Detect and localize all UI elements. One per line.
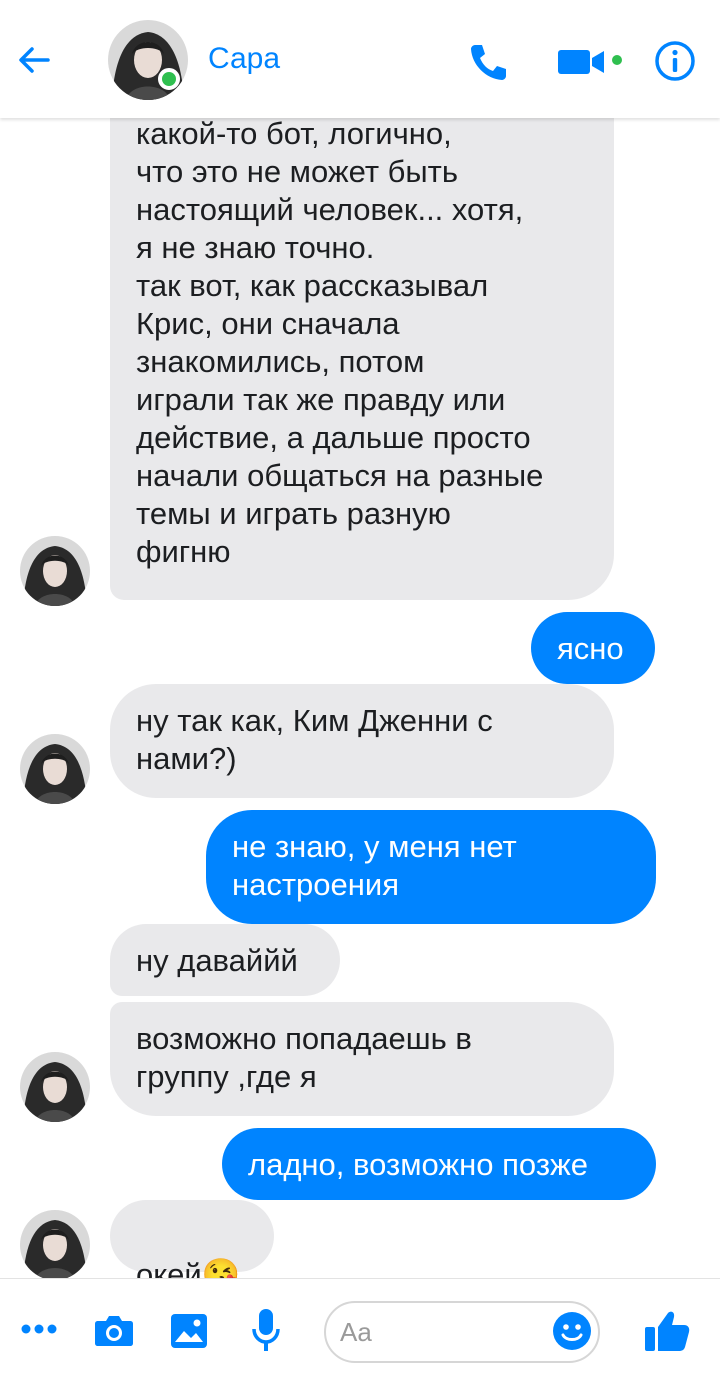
outgoing-message[interactable]: не знаю, у меня нет настроения <box>206 810 656 924</box>
message-list[interactable]: какой-то бот, логично, что это не может … <box>0 118 720 1278</box>
incoming-message[interactable]: ну так как, Ким Дженни с нами?) <box>110 684 614 798</box>
image-icon[interactable] <box>170 1313 208 1349</box>
outgoing-message[interactable]: ясно <box>531 612 655 684</box>
emoji-icon[interactable] <box>552 1311 592 1351</box>
message-composer: Aa <box>0 1278 720 1393</box>
outgoing-message[interactable]: ладно, возможно позже <box>222 1128 656 1200</box>
contact-avatar-small[interactable] <box>20 536 90 606</box>
contact-avatar-small[interactable] <box>20 1052 90 1122</box>
video-camera-icon[interactable] <box>556 46 608 78</box>
camera-icon[interactable] <box>94 1313 134 1347</box>
back-arrow-icon[interactable] <box>14 40 54 80</box>
contact-avatar-small[interactable] <box>20 734 90 804</box>
chat-header: Сара <box>0 0 720 118</box>
thumbs-up-icon[interactable] <box>644 1309 690 1353</box>
incoming-message[interactable]: ну даваййй <box>110 924 340 996</box>
incoming-message[interactable]: окей😘 <box>110 1200 274 1278</box>
online-status-dot <box>158 68 180 90</box>
phone-icon[interactable] <box>466 40 510 84</box>
incoming-message[interactable]: возможно попадаешь в группу ,где я <box>110 1002 614 1116</box>
more-icon[interactable] <box>20 1323 58 1335</box>
contact-name[interactable]: Сара <box>208 42 280 76</box>
contact-avatar-small[interactable] <box>20 1210 90 1278</box>
microphone-icon[interactable] <box>252 1307 280 1353</box>
kiss-emoji: 😘 <box>201 1257 241 1278</box>
incoming-message[interactable]: какой-то бот, логично, что это не может … <box>110 118 614 600</box>
message-text: окей <box>136 1257 202 1278</box>
info-icon[interactable] <box>654 40 696 82</box>
contact-avatar[interactable] <box>108 20 188 100</box>
video-online-dot <box>612 55 622 65</box>
